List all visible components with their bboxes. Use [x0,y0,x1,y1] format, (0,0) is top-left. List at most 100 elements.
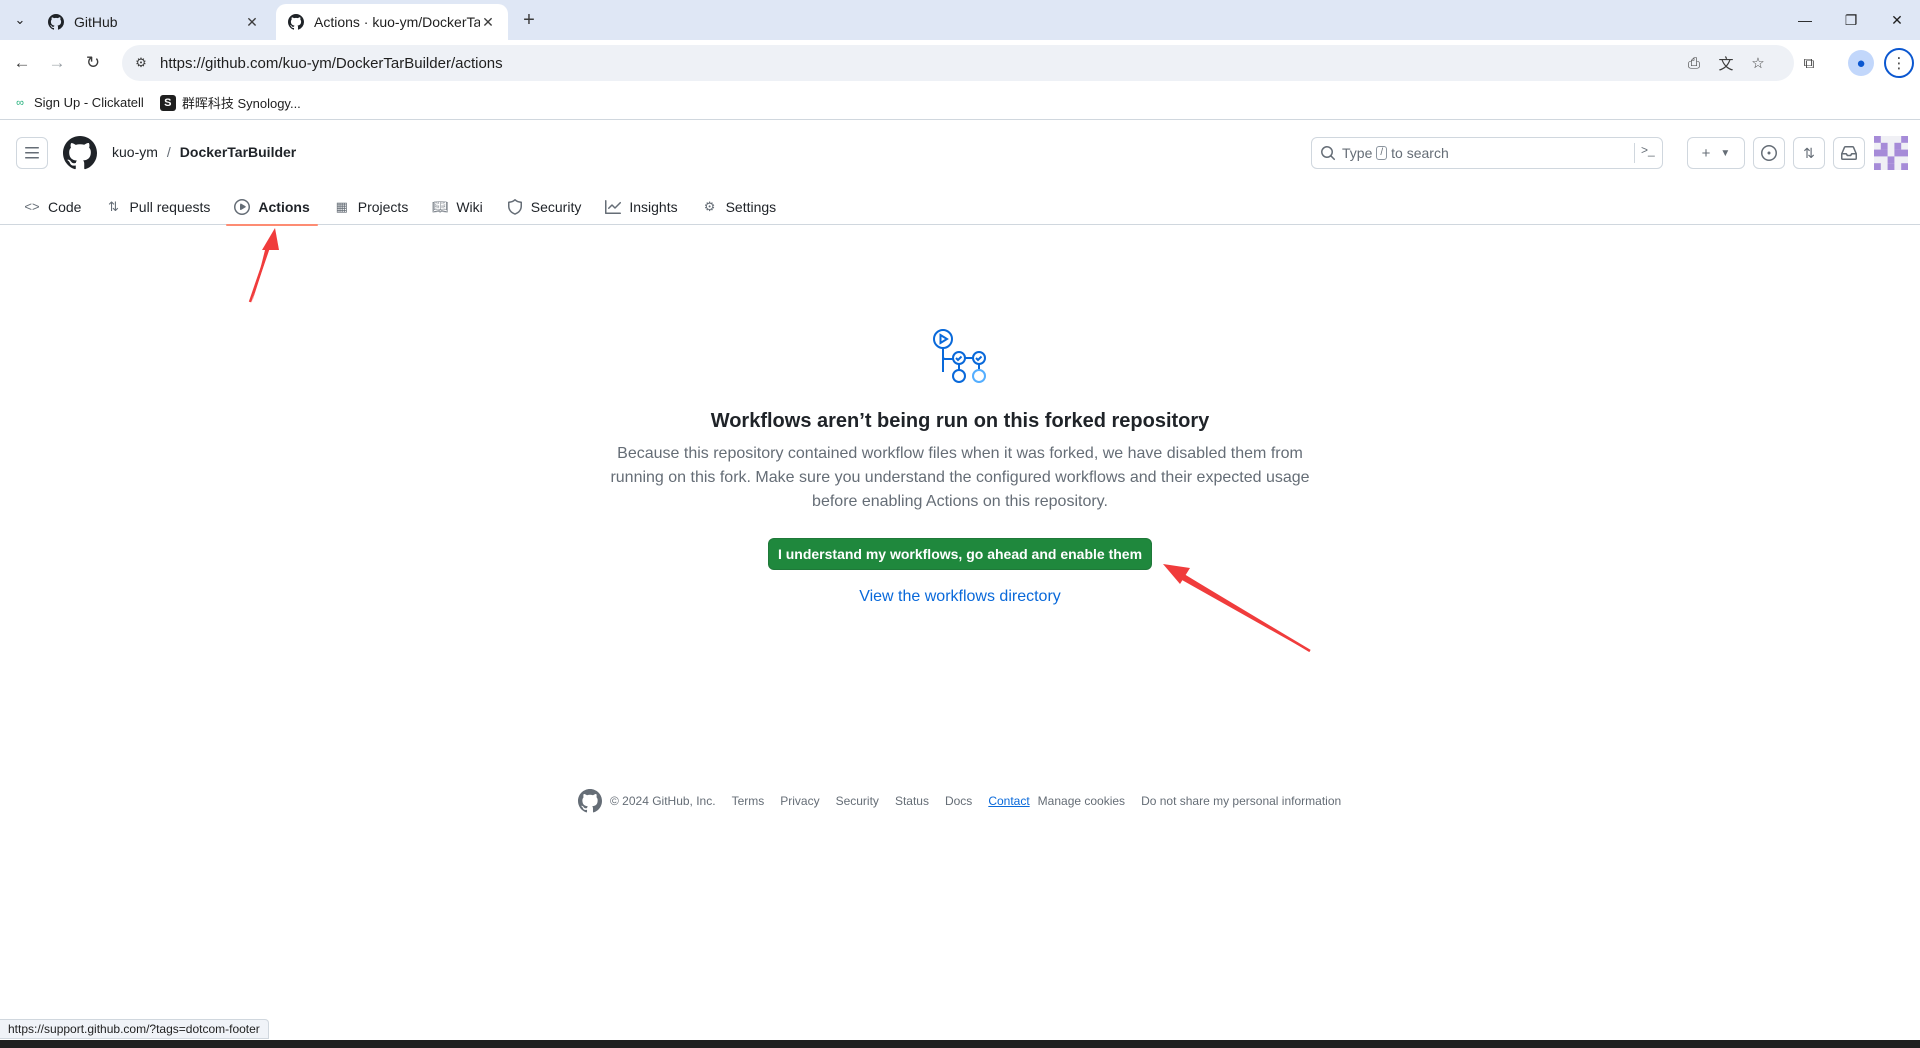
tab-label: Wiki [456,198,483,215]
page: ⌄ GitHub ✕ Actions · kuo-ym/DockerTarBui… [0,0,1920,1048]
search-placeholder-prefix: Type [1342,145,1373,161]
bookmark-clickatell[interactable]: ∞ Sign Up - Clickatell [12,95,144,111]
tab-label: Security [530,198,582,215]
code-icon: <> [24,199,40,214]
tab-security[interactable]: Security [499,188,590,225]
enable-workflows-button[interactable]: I understand my workflows, go ahead and … [768,538,1152,570]
address-bar[interactable]: ⚙ https://github.com/kuo-ym/DockerTarBui… [122,45,1794,81]
bookmark-label: Sign Up - Clickatell [34,95,144,110]
tab-insights[interactable]: Insights [597,188,685,225]
inbox-icon [1841,146,1857,160]
close-window-icon[interactable]: ✕ [1874,0,1920,40]
arrow-to-actions-tab [248,228,279,303]
repo-nav: <> Code ⇅ Pull requests Actions ▦ Projec… [16,188,792,226]
search-placeholder-suffix: to search [1391,145,1449,161]
close-tab-icon[interactable]: ✕ [480,14,496,30]
footer-copyright: © 2024 GitHub, Inc. [610,794,716,808]
close-tab-icon[interactable]: ✕ [244,14,260,30]
browser-tab-github[interactable]: GitHub ✕ [36,4,272,40]
tab-code[interactable]: <> Code [16,188,89,225]
browser-menu-icon[interactable]: ⋮ [1884,48,1914,78]
footer-link-terms[interactable]: Terms [732,794,765,808]
triangle-down-icon: ▼ [1720,147,1731,159]
browser-tab-bar: ⌄ GitHub ✕ Actions · kuo-ym/DockerTarBui… [0,0,1920,40]
browser-toolbar: ← → ↻ ⚙ https://github.com/kuo-ym/Docker… [0,40,1920,86]
github-favicon-icon [288,14,304,30]
address-url[interactable]: https://github.com/kuo-ym/DockerTarBuild… [160,55,503,72]
tab-title: Actions · kuo-ym/DockerTarBuilder [314,14,480,30]
tab-projects[interactable]: ▦ Projects [326,188,417,225]
table-icon: ▦ [335,198,348,214]
footer-do-not-share-button[interactable]: Do not share my personal information [1141,794,1341,808]
browser-tab-actions[interactable]: Actions · kuo-ym/DockerTarBuilder ✕ [276,4,508,40]
blankslate-description: Because this repository contained workfl… [610,445,1310,510]
repo-link[interactable]: DockerTarBuilder [180,144,296,160]
new-tab-plus-icon[interactable]: + [518,9,540,31]
tab-search-chevron-icon[interactable]: ⌄ [8,8,32,32]
footer-manage-cookies-button[interactable]: Manage cookies [1038,794,1125,808]
tab-label: Insights [629,198,678,215]
footer-link-status[interactable]: Status [895,794,929,808]
tab-label: Actions [258,198,310,215]
shield-icon [507,198,523,215]
gear-icon: ⚙ [703,198,716,214]
search-input[interactable]: Type / to search >_ [1311,137,1663,169]
search-shortcut-key: / [1376,146,1388,160]
forward-arrow-icon[interactable]: → [44,50,70,76]
tab-actions[interactable]: Actions [226,188,319,226]
install-app-icon[interactable]: ⎙ [1680,45,1708,81]
site-settings-icon[interactable]: ⚙ [126,48,156,78]
footer-link-contact[interactable]: Contact [988,794,1029,808]
workflow-icon [933,329,986,383]
extensions-puzzle-icon[interactable]: ⧉ [1796,50,1822,76]
tab-title: GitHub [74,14,118,30]
github-footer-logo-icon[interactable] [578,789,602,813]
tab-pull-requests[interactable]: ⇅ Pull requests [97,188,218,225]
open-global-nav-button[interactable] [16,137,48,169]
breadcrumb-separator: / [166,144,171,160]
infinity-icon: ∞ [16,96,24,109]
tab-label: Projects [357,198,409,215]
tab-label: Code [48,198,82,215]
issue-opened-icon [1761,145,1777,161]
graph-icon [605,199,622,215]
tab-wiki[interactable]: 📖︎ Wiki [424,188,490,225]
footer-link-security[interactable]: Security [836,794,879,808]
tab-settings[interactable]: ⚙ Settings [694,188,785,225]
inbox-button[interactable] [1833,137,1865,169]
translate-icon[interactable]: 文 [1712,45,1740,81]
git-pull-request-icon: ⇅ [1803,144,1815,161]
view-workflows-directory-link: View the workflows directory [0,588,1920,606]
minimize-window-icon[interactable]: — [1782,0,1828,40]
issues-button[interactable] [1753,137,1785,169]
profile-avatar-icon[interactable]: ● [1848,50,1874,76]
blankslate-title: Workflows aren’t being run on this forke… [710,410,1210,432]
browser-status-url: https://support.github.com/?tags=dotcom-… [0,1019,269,1039]
owner-link[interactable]: kuo-ym [112,144,158,160]
github-header: kuo-ym / DockerTarBuilder Type / to sear… [0,120,1920,226]
book-icon: 📖︎ [432,198,449,214]
plus-icon: + [1701,144,1711,162]
view-workflows-directory-text[interactable]: View the workflows directory [859,588,1061,605]
reload-icon[interactable]: ↻ [80,50,106,76]
user-avatar[interactable] [1874,136,1908,170]
bookmark-synology[interactable]: S 群晖科技 Synology... [159,93,301,112]
site-footer: © 2024 GitHub, Inc. Terms Privacy Securi… [578,788,1357,814]
footer-link-privacy[interactable]: Privacy [780,794,819,808]
command-palette-icon[interactable]: >_ [1634,143,1655,163]
os-taskbar [0,1040,1920,1048]
restore-window-icon[interactable]: ❐ [1828,0,1874,40]
hamburger-menu-icon [25,147,39,159]
play-icon [234,198,251,215]
pull-requests-button[interactable]: ⇅ [1793,137,1825,169]
bookmark-star-icon[interactable]: ☆ [1744,45,1772,81]
github-logo-icon[interactable] [63,136,97,170]
bookmarks-bar: ∞ Sign Up - Clickatell S 群晖科技 Synology..… [0,86,1920,120]
breadcrumb: kuo-ym / DockerTarBuilder [112,144,296,160]
create-new-button[interactable]: + ▼ [1687,137,1745,169]
back-arrow-icon[interactable]: ← [9,50,35,76]
arrow-to-enable-button [1163,564,1311,653]
bookmark-label: 群晖科技 Synology... [181,96,301,111]
footer-link-docs[interactable]: Docs [945,794,972,808]
synology-logo-icon: S [159,94,176,111]
